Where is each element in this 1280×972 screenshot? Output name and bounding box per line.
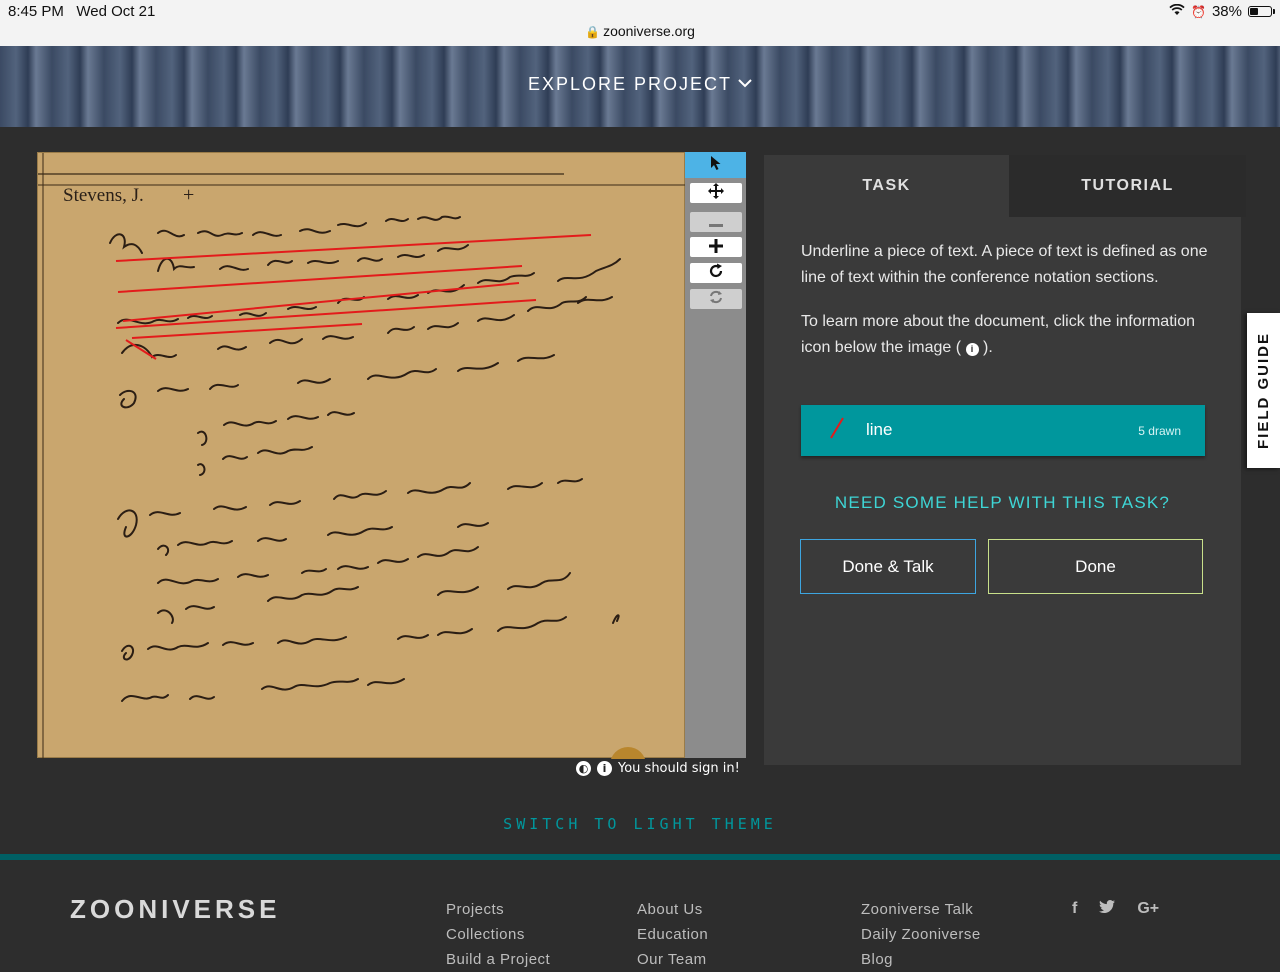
social-links: f G+ xyxy=(1072,900,1159,918)
site-footer: ZOONIVERSE Projects Collections Build a … xyxy=(0,854,1280,968)
footer-column-projects: Projects Collections Build a Project xyxy=(446,897,550,972)
zoom-out-icon xyxy=(709,213,723,232)
twitter-icon[interactable] xyxy=(1099,900,1116,918)
task-panel: TASK TUTORIAL Underline a piece of text.… xyxy=(764,155,1246,765)
footer-link-education[interactable]: Education xyxy=(637,922,708,947)
move-tool-button[interactable] xyxy=(690,183,742,203)
sign-in-notice: You should sign in! xyxy=(618,761,740,776)
instruction-paragraph-info: To learn more about the document, click … xyxy=(801,309,1221,361)
footer-link-projects[interactable]: Projects xyxy=(446,897,550,922)
field-guide-tab[interactable]: FIELD GUIDE xyxy=(1247,313,1280,468)
instruction-paragraph: Underline a piece of text. A piece of te… xyxy=(801,243,1208,286)
zoom-in-icon xyxy=(709,238,723,257)
instruction-info-suffix: ). xyxy=(983,339,993,356)
rotate-button[interactable] xyxy=(690,263,742,283)
pointer-icon xyxy=(710,155,722,175)
tab-tutorial[interactable]: TUTORIAL xyxy=(1009,155,1246,217)
tab-task[interactable]: TASK xyxy=(764,155,1009,217)
switch-theme-link[interactable]: SWITCH TO LIGHT THEME xyxy=(0,815,1280,833)
line-tool-icon xyxy=(829,416,845,446)
move-icon xyxy=(707,182,725,204)
task-instructions: Underline a piece of text. A piece of te… xyxy=(801,239,1221,379)
contrast-icon[interactable]: ◐ xyxy=(576,761,591,776)
viewer-toolbar xyxy=(685,152,746,758)
date-text: Wed Oct 21 xyxy=(76,3,156,20)
status-indicators: ⏰ 38% xyxy=(1169,3,1275,20)
subject-image[interactable]: Stevens, J. + xyxy=(37,152,686,783)
chevron-down-icon xyxy=(738,75,752,91)
battery-icon xyxy=(1248,6,1275,17)
lock-icon: 🔒 xyxy=(585,25,601,39)
drawn-lines[interactable] xyxy=(115,234,592,360)
url-text: zooniverse.org xyxy=(603,23,695,39)
facebook-icon[interactable]: f xyxy=(1072,900,1077,918)
footer-link-talk[interactable]: Zooniverse Talk xyxy=(861,897,981,922)
task-help-link[interactable]: NEED SOME HELP WITH THIS TASK? xyxy=(764,493,1241,513)
status-bar: 8:45 PM Wed Oct 21 🔒 zooniverse.org ⏰ 38% xyxy=(0,0,1280,46)
alarm-icon: ⏰ xyxy=(1191,4,1206,19)
battery-percent: 38% xyxy=(1211,3,1242,20)
tool-drawn-count: 5 drawn xyxy=(1138,424,1181,438)
viewer-handle xyxy=(610,747,646,783)
zoom-out-button[interactable] xyxy=(690,212,742,232)
status-time: 8:45 PM Wed Oct 21 xyxy=(8,3,155,20)
zooniverse-logo[interactable]: ZOONIVERSE xyxy=(70,894,280,925)
footer-link-about[interactable]: About Us xyxy=(637,897,708,922)
info-icon: i xyxy=(965,342,979,356)
done-and-talk-button[interactable]: Done & Talk xyxy=(800,539,976,594)
reset-icon xyxy=(708,289,724,309)
line-tool-option[interactable]: line 5 drawn xyxy=(801,405,1205,456)
instruction-info-text: To learn more about the document, click … xyxy=(801,313,1195,356)
footer-link-collections[interactable]: Collections xyxy=(446,922,550,947)
pointer-tool-button[interactable] xyxy=(685,152,746,178)
time-text: 8:45 PM xyxy=(8,3,64,20)
rotate-icon xyxy=(708,263,724,283)
done-button[interactable]: Done xyxy=(988,539,1203,594)
project-hero: EXPLORE PROJECT xyxy=(0,46,1280,127)
subject-viewer: Stevens, J. + xyxy=(37,152,746,783)
tool-label: line xyxy=(866,420,893,439)
wifi-icon xyxy=(1169,3,1185,20)
viewer-meta: ◐ i You should sign in! xyxy=(576,761,740,776)
cross-mark: + xyxy=(183,184,194,206)
zoom-in-button[interactable] xyxy=(690,237,742,257)
footer-column-talk: Zooniverse Talk Daily Zooniverse Blog xyxy=(861,897,981,972)
explore-project-label: EXPLORE PROJECT xyxy=(527,74,733,94)
printed-name: Stevens, J. xyxy=(63,185,144,206)
info-icon[interactable]: i xyxy=(597,761,612,776)
google-plus-icon[interactable]: G+ xyxy=(1137,900,1159,918)
explore-project-menu[interactable]: EXPLORE PROJECT xyxy=(0,74,1280,95)
footer-link-daily[interactable]: Daily Zooniverse xyxy=(861,922,981,947)
manuscript-card: Stevens, J. + xyxy=(38,153,686,783)
reset-view-button[interactable] xyxy=(690,289,742,309)
handwriting xyxy=(109,215,621,702)
address-bar[interactable]: 🔒 zooniverse.org xyxy=(0,23,1280,39)
footer-column-about: About Us Education Our Team xyxy=(637,897,708,972)
field-guide-label: FIELD GUIDE xyxy=(1255,331,1273,450)
